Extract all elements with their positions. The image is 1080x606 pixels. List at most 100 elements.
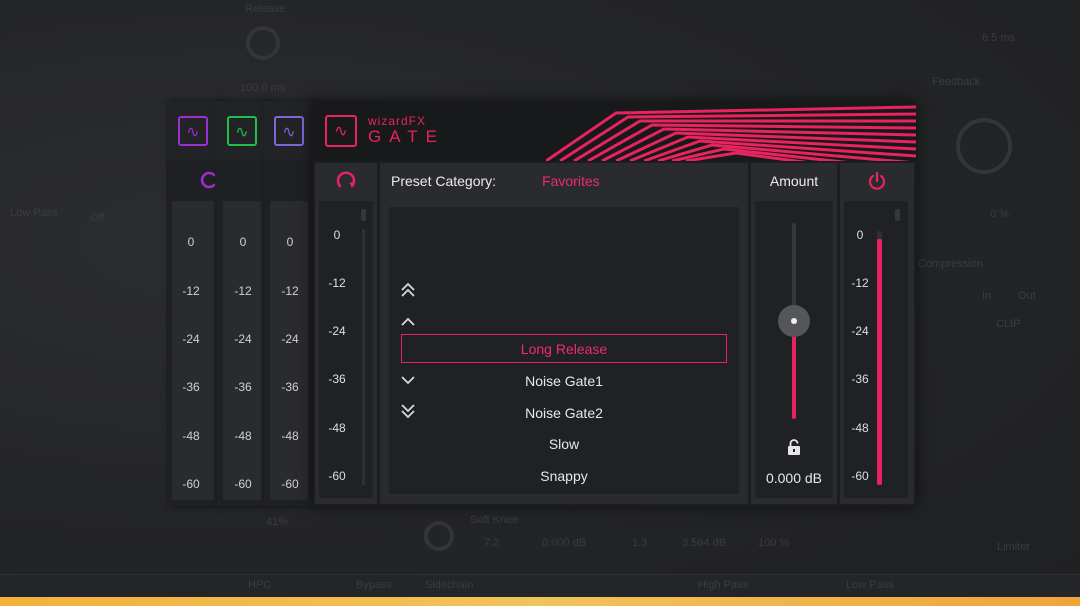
preset-item-selected[interactable]: Long Release [401, 334, 727, 363]
bg-feedback-value: 6.5 ms [982, 32, 1016, 44]
output-meter-panel: 0 -12 -24 -36 -48 -60 [840, 163, 914, 504]
bg-feedback-label: Feedback [932, 76, 981, 88]
scale-label: -48 [182, 429, 200, 443]
meter-scale: 0 -12 -24 -36 -48 -60 [166, 228, 216, 598]
scale-label: -12 [281, 284, 299, 298]
lock-icon[interactable] [787, 439, 801, 455]
bg-limiter-label: Limiter [997, 541, 1031, 553]
amount-panel: Amount 0.000 dB [751, 163, 837, 504]
bg-small-knob [424, 521, 454, 551]
bg-lowpass-label: Low Pass [10, 207, 58, 219]
bg-lowpass-footer-label: Low Pass [846, 579, 894, 591]
scale-label: -48 [234, 429, 252, 443]
scale-label: -24 [851, 324, 869, 338]
bg-feedback-percent: 0 % [990, 208, 1009, 220]
output-meter-fill [877, 238, 882, 485]
bg-compression-label: Compression [918, 258, 983, 270]
slider-thumb-dot [791, 318, 797, 324]
brand-name: wizardFX [368, 114, 427, 128]
meter-scale: 0 -12 -24 -36 -48 -60 [264, 228, 316, 598]
plugin-header: ∿ wizardFX GATE [313, 101, 916, 161]
product-name: GATE [368, 127, 446, 146]
power-icon[interactable] [867, 171, 887, 191]
scale-label: -24 [182, 332, 200, 346]
bg-clip-label: CLIP [996, 318, 1021, 330]
sine-wave-icon: ∿ [227, 116, 257, 146]
scale-label: -60 [182, 477, 200, 491]
bg-lowpass-value: Off [90, 212, 105, 224]
input-meter-panel: 0 -12 -24 -36 -48 -60 [315, 163, 377, 504]
scale-label: -24 [281, 332, 299, 346]
bg-bypass-label: Bypass [356, 579, 393, 591]
bg-softknee-label: Soft Knee [470, 514, 519, 526]
amount-label: Amount [769, 173, 819, 189]
sine-wave-icon: ∿ [274, 116, 304, 146]
scale-label: -48 [281, 429, 299, 443]
preset-item[interactable]: Noise Gate1 [389, 373, 739, 389]
scale-label: -36 [281, 380, 299, 394]
bg-out-label: Out [1018, 290, 1036, 302]
preset-item[interactable]: Noise Gate2 [389, 405, 739, 421]
bg-footer-bar: Bypass HPC High Pass Low Pass Sidechain [0, 574, 1080, 597]
preset-item[interactable]: Slow [389, 436, 739, 452]
bottom-accent-stripe [0, 597, 1080, 606]
scale-label: -36 [182, 380, 200, 394]
sine-wave-icon[interactable]: ∿ [325, 115, 357, 147]
bg-highpass-label: High Pass [698, 579, 749, 591]
amount-control: 0.000 dB [755, 201, 833, 498]
bg-value-3: 1.3 [632, 537, 648, 549]
scale-label: -24 [328, 324, 346, 338]
scale-label: -12 [234, 284, 252, 298]
bg-release-knob [246, 26, 280, 60]
header-decoration [546, 105, 916, 161]
preset-item[interactable]: Snappy [389, 468, 739, 484]
bg-value-5: 100 % [758, 537, 790, 549]
reset-icon[interactable] [334, 169, 358, 193]
scale-label: -60 [281, 477, 299, 491]
scale-label: -60 [851, 469, 869, 483]
gate-plugin-window: ∿ wizardFX GATE 0 -12 -24 -36 -48 -60 Pr… [313, 101, 916, 506]
bg-release-value: 100.0 ms [240, 82, 286, 94]
ghost-plugin-window-1[interactable]: ∿ 0 -12 -24 -36 -48 -60 [166, 101, 221, 506]
bg-release-label: Release [245, 3, 286, 15]
bg-sidechain-label: Sidechain [425, 579, 474, 591]
scale-label: -24 [234, 332, 252, 346]
amount-slider-track[interactable] [778, 223, 810, 419]
meter-scale: 0 -12 -24 -36 -48 -60 [217, 228, 269, 598]
clip-indicator[interactable] [895, 209, 900, 221]
scale-label: 0 [333, 228, 341, 242]
scale-label: -12 [851, 276, 869, 290]
scale-label: -36 [234, 380, 252, 394]
scale-label: -48 [851, 421, 869, 435]
scale-label: -36 [851, 372, 869, 386]
bg-value-2: 0.000 dB [542, 537, 587, 549]
bg-in-label: In [982, 290, 992, 302]
preset-panel: Preset Category: Favorites Long Release … [380, 163, 748, 504]
meter-scale: 0 -12 -24 -36 -48 -60 [319, 228, 355, 488]
amount-value[interactable]: 0.000 dB [755, 470, 833, 486]
scale-label: -36 [328, 372, 346, 386]
preset-category-label: Preset Category: [391, 173, 497, 189]
ghost-plugin-window-3[interactable]: ∿ 0 -12 -24 -36 -48 -60 [264, 101, 315, 506]
output-meter-track [877, 231, 882, 485]
preset-category-dropdown[interactable]: Favorites [542, 173, 600, 189]
scale-label: -12 [328, 276, 346, 290]
ghost-plugin-window-2[interactable]: ∿ 0 -12 -24 -36 -48 -60 [217, 101, 268, 506]
sine-wave-icon: ∿ [178, 116, 208, 146]
bg-value-4: 3.564 dB [682, 537, 727, 549]
scale-label: 0 [286, 235, 294, 249]
scale-label: 0 [187, 235, 195, 249]
meter-scale: 0 -12 -24 -36 -48 -60 [844, 228, 876, 488]
clip-indicator[interactable] [361, 209, 366, 221]
preset-list[interactable]: Long Release Noise Gate1 Noise Gate2 Slo… [389, 207, 739, 494]
double-chevron-up-icon[interactable] [401, 282, 415, 300]
scale-label: -48 [328, 421, 346, 435]
amount-slider-thumb[interactable] [778, 305, 810, 337]
bg-value-1: 7.2 [484, 537, 500, 549]
input-meter: 0 -12 -24 -36 -48 -60 [319, 201, 373, 498]
chevron-up-icon[interactable] [401, 315, 415, 329]
bg-feedback-knob [956, 118, 1012, 174]
scale-label: -60 [234, 477, 252, 491]
scale-label: -12 [182, 284, 200, 298]
meter-bar-track [362, 229, 365, 485]
